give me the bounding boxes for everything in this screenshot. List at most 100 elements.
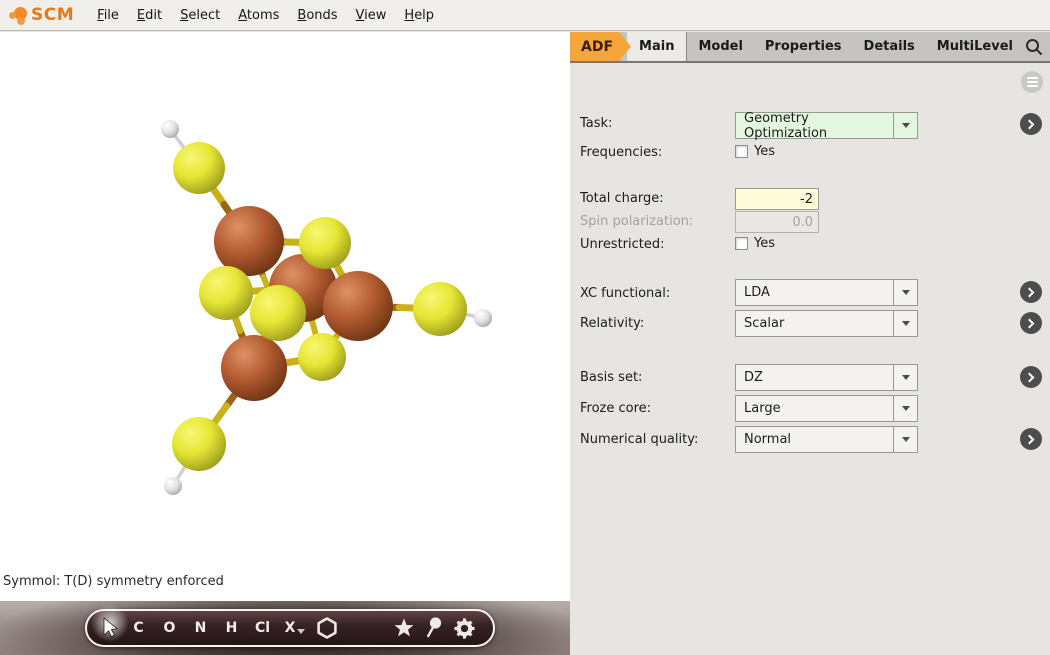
atom-h-h3[interactable] bbox=[164, 477, 182, 495]
gear-icon bbox=[453, 617, 476, 640]
element-button-x[interactable]: X bbox=[278, 620, 312, 636]
relativity-dropdown-button[interactable] bbox=[893, 311, 917, 336]
xc-functional-detail-button[interactable] bbox=[1020, 281, 1042, 303]
tab-model[interactable]: Model bbox=[687, 32, 753, 61]
element-toolbar: C O N H Cl X bbox=[85, 609, 495, 647]
basis-set-detail-button[interactable] bbox=[1020, 366, 1042, 388]
balloon-pointer-icon bbox=[424, 616, 444, 640]
pointer-balloon-tool-button[interactable] bbox=[419, 616, 449, 640]
unrestricted-checkbox[interactable] bbox=[735, 237, 748, 250]
scm-logo: SCM bbox=[8, 4, 74, 26]
basis-set-dropdown[interactable]: DZ bbox=[735, 364, 918, 391]
atom-fe-fe3[interactable] bbox=[323, 271, 393, 341]
froze-core-dropdown[interactable]: Large bbox=[735, 395, 918, 422]
tab-adf[interactable]: ADF bbox=[570, 32, 631, 61]
relativity-detail-button[interactable] bbox=[1020, 312, 1042, 334]
total-charge-label: Total charge: bbox=[580, 191, 664, 206]
molecule-viewport[interactable]: Symmol: T(D) symmetry enforced bbox=[0, 32, 570, 601]
tab-multilevel[interactable]: MultiLevel bbox=[926, 32, 1024, 61]
basis-set-dropdown-button[interactable] bbox=[893, 365, 917, 390]
atom-s-s4[interactable] bbox=[250, 285, 306, 341]
numerical-quality-dropdown-button[interactable] bbox=[893, 427, 917, 452]
total-charge-input[interactable]: -2 bbox=[735, 188, 819, 210]
detail-arrow-icon bbox=[1025, 372, 1035, 382]
numerical-quality-detail-button[interactable] bbox=[1020, 428, 1042, 450]
basis-set-label: Basis set: bbox=[580, 370, 642, 385]
element-button-h[interactable]: H bbox=[216, 620, 247, 636]
xc-functional-dropdown-button[interactable] bbox=[893, 280, 917, 305]
total-charge-value: -2 bbox=[800, 192, 813, 207]
detail-arrow-icon bbox=[1025, 287, 1035, 297]
menu-bonds[interactable]: Bonds bbox=[288, 4, 346, 27]
atom-h-h2[interactable] bbox=[474, 309, 492, 327]
xc-functional-label: XC functional: bbox=[580, 286, 670, 301]
tools-gear-button[interactable] bbox=[449, 617, 479, 640]
dropdown-arrow-icon bbox=[902, 321, 910, 326]
select-tool-button[interactable] bbox=[97, 616, 123, 640]
froze-core-dropdown-button[interactable] bbox=[893, 396, 917, 421]
relativity-label: Relativity: bbox=[580, 316, 644, 331]
numerical-quality-value: Normal bbox=[736, 427, 893, 452]
unrestricted-label: Unrestricted: bbox=[580, 237, 665, 252]
task-dropdown-button[interactable] bbox=[893, 113, 917, 138]
element-button-n[interactable]: N bbox=[185, 620, 216, 636]
structure-tool-button[interactable] bbox=[389, 617, 419, 639]
menu-bar: SCM File Edit Select Atoms Bonds View He… bbox=[0, 0, 1050, 31]
atom-s-s3[interactable] bbox=[199, 266, 253, 320]
dropdown-arrow-icon bbox=[902, 123, 910, 128]
detail-arrow-icon bbox=[1025, 318, 1035, 328]
tab-bar: ADF Main Model Properties Details MultiL… bbox=[570, 32, 1050, 63]
task-detail-button[interactable] bbox=[1020, 113, 1042, 135]
atom-s-s2[interactable] bbox=[299, 217, 351, 269]
task-dropdown[interactable]: Geometry Optimization bbox=[735, 112, 918, 139]
menu-help[interactable]: Help bbox=[395, 4, 443, 27]
atom-h-h1[interactable] bbox=[161, 120, 179, 138]
atom-s-s5[interactable] bbox=[413, 282, 467, 336]
tab-main[interactable]: Main bbox=[627, 32, 687, 61]
menu-atoms[interactable]: Atoms bbox=[229, 4, 288, 27]
relativity-value: Scalar bbox=[736, 311, 893, 336]
menu-select[interactable]: Select bbox=[171, 4, 229, 27]
froze-core-label: Froze core: bbox=[580, 401, 651, 416]
frequencies-checkbox[interactable] bbox=[735, 145, 748, 158]
panel-menu-button[interactable] bbox=[1021, 71, 1043, 93]
atom-s-s6[interactable] bbox=[298, 333, 346, 381]
spin-polarization-input: 0.0 bbox=[735, 211, 819, 233]
basis-set-value: DZ bbox=[736, 365, 893, 390]
element-button-cl[interactable]: Cl bbox=[247, 620, 278, 636]
spin-polarization-label: Spin polarization: bbox=[580, 214, 693, 229]
atom-s-s1[interactable] bbox=[173, 142, 225, 194]
atom-fe-fe4[interactable] bbox=[221, 335, 287, 401]
spin-polarization-value: 0.0 bbox=[792, 215, 813, 230]
dropdown-arrow-icon bbox=[902, 375, 910, 380]
numerical-quality-dropdown[interactable]: Normal bbox=[735, 426, 918, 453]
froze-core-value: Large bbox=[736, 396, 893, 421]
menu-view[interactable]: View bbox=[347, 4, 396, 27]
molecule-3d-view[interactable] bbox=[0, 32, 570, 601]
hexagon-ring-icon bbox=[315, 616, 339, 640]
element-x-dropdown-icon bbox=[297, 629, 305, 634]
symmetry-status-text: Symmol: T(D) symmetry enforced bbox=[3, 574, 224, 589]
unrestricted-checkbox-label: Yes bbox=[754, 236, 775, 251]
element-button-x-label: X bbox=[285, 620, 296, 636]
relativity-dropdown[interactable]: Scalar bbox=[735, 310, 918, 337]
tab-properties[interactable]: Properties bbox=[754, 32, 853, 61]
xc-functional-value: LDA bbox=[736, 280, 893, 305]
detail-arrow-icon bbox=[1025, 119, 1035, 129]
menu-edit[interactable]: Edit bbox=[128, 4, 171, 27]
element-button-o[interactable]: O bbox=[154, 620, 185, 636]
dropdown-arrow-icon bbox=[902, 437, 910, 442]
xc-functional-dropdown[interactable]: LDA bbox=[735, 279, 918, 306]
atom-s-s7[interactable] bbox=[172, 417, 226, 471]
dropdown-arrow-icon bbox=[902, 290, 910, 295]
scm-logo-text: SCM bbox=[31, 5, 74, 25]
ring-tool-button[interactable] bbox=[312, 616, 342, 640]
detail-arrow-icon bbox=[1025, 434, 1035, 444]
menu-file[interactable]: File bbox=[88, 4, 128, 27]
frequencies-label: Frequencies: bbox=[580, 145, 662, 160]
search-button[interactable] bbox=[1024, 32, 1050, 61]
tab-details[interactable]: Details bbox=[853, 32, 926, 61]
task-label: Task: bbox=[580, 116, 612, 131]
adfinput-window: SCM File Edit Select Atoms Bonds View He… bbox=[0, 0, 1050, 655]
atom-fe-fe1[interactable] bbox=[214, 206, 284, 276]
